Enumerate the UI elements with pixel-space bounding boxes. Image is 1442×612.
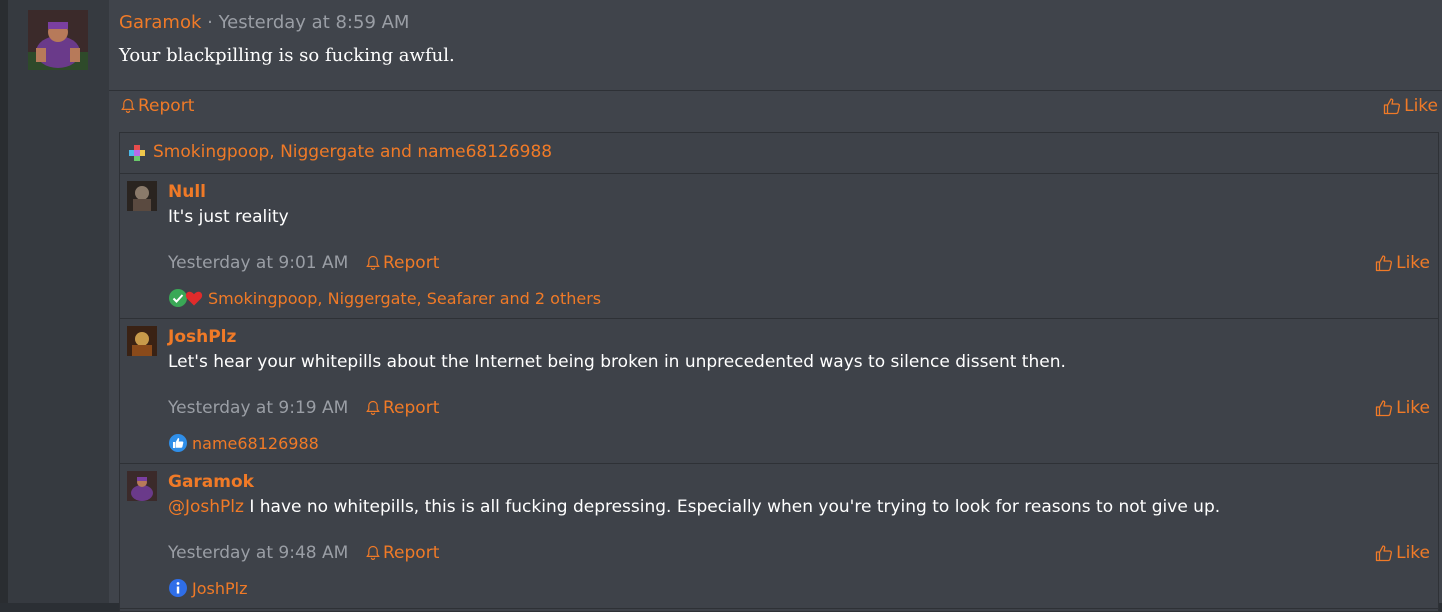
- reply-avatar[interactable]: [127, 181, 157, 211]
- reactors-list: JoshPlz: [192, 578, 248, 598]
- bell-icon: [121, 98, 135, 113]
- reactions-summary[interactable]: Smokingpoop, Niggergate and name68126988: [120, 133, 1438, 174]
- like-label: Like: [1396, 543, 1430, 563]
- reactors-list: name68126988: [192, 433, 319, 453]
- reply-item: Null It's just reality Yesterday at 9:01…: [120, 173, 1438, 319]
- left-rail: [0, 0, 8, 603]
- like-label: Like: [1404, 96, 1438, 116]
- post-content: Garamok · Yesterday at 8:59 AM Your blac…: [109, 0, 1442, 612]
- reply-like-button[interactable]: Like: [1375, 253, 1430, 273]
- reply-report-button[interactable]: Report: [366, 398, 439, 418]
- reaction-plus-icon: [129, 145, 145, 161]
- thumbs-up-icon: [1383, 98, 1401, 115]
- heart-icon: [185, 291, 203, 306]
- bell-icon: [366, 255, 380, 270]
- reply-avatar[interactable]: [127, 326, 157, 356]
- reply-text: Let's hear your whitepills about the Int…: [168, 352, 1066, 372]
- post-author-link[interactable]: Garamok: [119, 12, 201, 33]
- report-button[interactable]: Report: [121, 96, 194, 116]
- thumbs-up-icon: [1375, 255, 1393, 272]
- like-button[interactable]: Like: [1383, 96, 1438, 116]
- reply-reactions[interactable]: Smokingpoop, Niggergate, Seafarer and 2 …: [168, 288, 601, 308]
- reply-timestamp[interactable]: Yesterday at 9:19 AM: [168, 398, 348, 418]
- like-label: Like: [1396, 398, 1430, 418]
- divider: [109, 90, 1442, 91]
- reply-text: @JoshPlz I have no whitepills, this is a…: [168, 497, 1220, 517]
- reply-timestamp[interactable]: Yesterday at 9:48 AM: [168, 543, 348, 563]
- header-separator: ·: [201, 12, 219, 33]
- post-body: Your blackpilling is so fucking awful.: [119, 45, 455, 66]
- reactors-list: Smokingpoop, Niggergate, Seafarer and 2 …: [208, 288, 602, 308]
- reply-author[interactable]: Null: [168, 182, 206, 202]
- like-label: Like: [1396, 253, 1430, 273]
- report-label: Report: [138, 96, 195, 116]
- reply-author[interactable]: Garamok: [168, 472, 254, 492]
- post-header: Garamok · Yesterday at 8:59 AM: [119, 12, 409, 33]
- thumbs-up-icon: [1375, 545, 1393, 562]
- post-timestamp[interactable]: Yesterday at 8:59 AM: [219, 12, 410, 33]
- reply-reactions[interactable]: JoshPlz: [168, 578, 247, 598]
- reply-like-button[interactable]: Like: [1375, 398, 1430, 418]
- user-mention-link[interactable]: @JoshPlz: [168, 497, 244, 517]
- thumbs-up-icon: [1375, 400, 1393, 417]
- reply-avatar[interactable]: [127, 471, 157, 501]
- post-user-column: [8, 0, 109, 603]
- reply-author[interactable]: JoshPlz: [168, 327, 236, 347]
- reply-report-button[interactable]: Report: [366, 543, 439, 563]
- reply-timestamp[interactable]: Yesterday at 9:01 AM: [168, 253, 348, 273]
- reactions-summary-text: Smokingpoop, Niggergate and name68126988: [153, 142, 553, 162]
- report-label: Report: [383, 398, 440, 418]
- report-label: Report: [383, 543, 440, 563]
- reply-text: It's just reality: [168, 207, 289, 227]
- bell-icon: [366, 545, 380, 560]
- reply-like-button[interactable]: Like: [1375, 543, 1430, 563]
- bell-icon: [366, 400, 380, 415]
- reply-reactions[interactable]: name68126988: [168, 433, 319, 453]
- post-actions: Report Like: [109, 96, 1442, 122]
- reply-item: JoshPlz Let's hear your whitepills about…: [120, 318, 1438, 464]
- reply-text-content: I have no whitepills, this is all fuckin…: [243, 497, 1221, 517]
- report-label: Report: [383, 253, 440, 273]
- info-icon: [169, 579, 187, 597]
- author-avatar[interactable]: [28, 10, 88, 70]
- reply-item: Garamok @JoshPlz I have no whitepills, t…: [120, 463, 1438, 609]
- replies-thread: Smokingpoop, Niggergate and name68126988…: [119, 132, 1439, 612]
- reply-report-button[interactable]: Report: [366, 253, 439, 273]
- like-icon: [169, 434, 187, 452]
